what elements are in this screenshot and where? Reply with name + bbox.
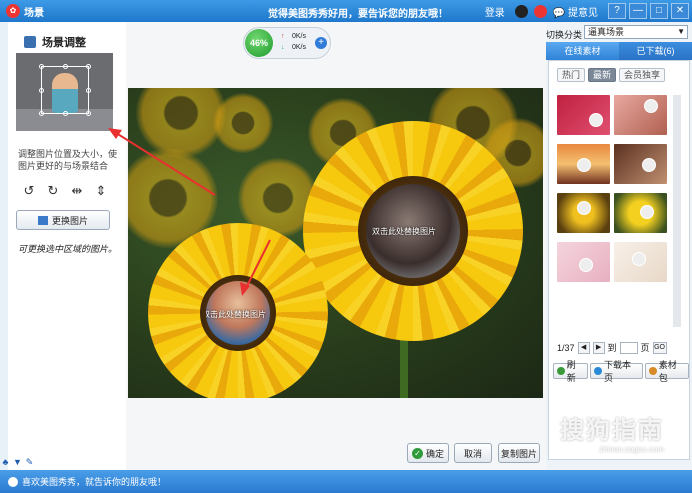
material-thumbnail[interactable] xyxy=(614,193,667,233)
goto-prefix: 到 xyxy=(607,343,617,353)
page-input[interactable] xyxy=(619,341,638,354)
background-sunflower xyxy=(213,93,273,153)
quick-tools: ♣ ▼ ✎ xyxy=(0,457,35,468)
material-thumbnail[interactable] xyxy=(557,193,610,233)
upload-arrow-icon: ↑ xyxy=(281,33,285,40)
handwritten-note: 可更换选中区域的图片。 xyxy=(18,245,118,255)
material-subtabs: 热门 最新 会员独享 xyxy=(557,68,666,82)
window-title: 场景 xyxy=(24,7,44,19)
login-link[interactable]: 登录 xyxy=(485,4,505,19)
canvas-area: 46% ↑ 0K/s ↓ 0K/s + 双击此处替换图片 双击此处替换图片 ✓ … xyxy=(126,22,546,470)
subtab-newest[interactable]: 最新 xyxy=(588,68,617,82)
resize-handle[interactable] xyxy=(86,64,91,69)
material-actions: 刷新 下载本页 素材包 xyxy=(553,360,689,383)
material-pack-button[interactable]: 素材包 xyxy=(645,360,689,383)
resize-handle[interactable] xyxy=(39,111,44,116)
qq-icon[interactable] xyxy=(514,4,528,18)
download-icon xyxy=(594,367,603,375)
scene-icon xyxy=(24,36,36,48)
download-page-button[interactable]: 下载本页 xyxy=(590,360,643,383)
accelerate-icon[interactable]: + xyxy=(315,37,327,49)
info-icon xyxy=(8,476,18,487)
chevron-down-icon: ▼ xyxy=(677,27,685,36)
small-sunflower: 双击此处替换图片 xyxy=(148,223,328,398)
material-thumbnail[interactable] xyxy=(614,144,667,184)
material-thumbnail[interactable] xyxy=(614,242,667,282)
feedback-link[interactable]: 💬 提意见 xyxy=(553,4,598,19)
rotate-left-icon[interactable]: ↺ xyxy=(21,183,37,199)
replace-image-button[interactable]: 更换图片 xyxy=(16,210,110,230)
photo-slot-large[interactable]: 双击此处替换图片 xyxy=(366,184,460,278)
ok-button[interactable]: ✓ 确定 xyxy=(407,443,449,463)
resize-handle[interactable] xyxy=(39,64,44,69)
speed-widget[interactable]: 46% ↑ 0K/s ↓ 0K/s + xyxy=(243,27,331,59)
shirt-icon[interactable]: ▼ xyxy=(12,457,23,468)
status-bar: 喜欢美图秀秀，就告诉你的朋友哦！ xyxy=(0,470,692,493)
subtab-vip[interactable]: 会员独享 xyxy=(619,68,666,82)
resize-handle[interactable] xyxy=(86,88,91,93)
scene-canvas[interactable]: 双击此处替换图片 双击此处替换图片 xyxy=(128,88,543,398)
help-button[interactable]: ? xyxy=(608,3,626,19)
flip-horizontal-icon[interactable]: ⇹ xyxy=(69,183,85,199)
pagination: 1/37 ◀ ▶ 到 页 GO xyxy=(557,341,667,354)
material-thumbnail[interactable] xyxy=(557,242,610,282)
title-bar: ✿ 场景 觉得美图秀秀好用，要告诉您的朋友哦！ 登录 💬 提意见 ? — □ ✕ xyxy=(0,0,692,22)
material-tabs: 在线素材 已下载(6) xyxy=(546,42,692,60)
material-scrollbar[interactable] xyxy=(673,95,681,327)
large-sunflower: 双击此处替换图片 xyxy=(303,121,523,341)
download-arrow-icon: ↓ xyxy=(281,44,285,51)
flip-vertical-icon[interactable]: ⇕ xyxy=(93,183,109,199)
download-speed: 0K/s xyxy=(292,44,307,51)
close-button[interactable]: ✕ xyxy=(671,3,689,19)
refresh-button[interactable]: 刷新 xyxy=(553,360,589,383)
weibo-icon[interactable] xyxy=(533,4,547,18)
tab-online-materials[interactable]: 在线素材 xyxy=(546,42,619,60)
resize-handle[interactable] xyxy=(86,111,91,116)
goto-suffix: 页 xyxy=(640,343,650,353)
package-icon xyxy=(649,367,657,375)
material-panel: 切换分类 逼真场景 ▼ 在线素材 已下载(6) 热门 最新 会员独享 1/37 … xyxy=(546,22,692,470)
status-text: 喜欢美图秀秀，就告诉你的朋友哦！ xyxy=(22,477,167,487)
reset-button[interactable]: 复制图片 xyxy=(498,443,540,463)
photo-slot-small[interactable]: 双击此处替换图片 xyxy=(206,281,270,345)
watermark: 搜狗指南 zhinan.sogou.com xyxy=(560,417,664,454)
cancel-button[interactable]: 取消 xyxy=(454,443,492,463)
resize-handle[interactable] xyxy=(63,111,68,116)
title-message: 觉得美图秀秀好用，要告诉您的朋友哦！ xyxy=(268,9,448,20)
material-thumbnail[interactable] xyxy=(614,95,667,135)
upload-speed: 0K/s xyxy=(292,33,307,40)
minimize-button[interactable]: — xyxy=(629,3,647,19)
page-info: 1/37 xyxy=(557,342,575,353)
category-select[interactable]: 逼真场景 ▼ xyxy=(584,25,688,39)
material-list: 热门 最新 会员独享 1/37 ◀ ▶ 到 页 GO 刷新 下载本页 素材包 xyxy=(548,60,690,460)
check-icon: ✓ xyxy=(411,447,423,459)
prev-page-button[interactable]: ◀ xyxy=(577,341,590,354)
go-button[interactable]: GO xyxy=(652,341,667,354)
subtab-hot[interactable]: 热门 xyxy=(557,68,586,82)
switch-category-label: 切换分类 xyxy=(546,30,583,40)
transform-tools: ↺ ↻ ⇹ ⇕ xyxy=(21,183,109,199)
thumbnail-grid xyxy=(557,95,667,327)
selection-box[interactable] xyxy=(39,64,91,116)
refresh-icon xyxy=(557,367,565,375)
scene-preview[interactable] xyxy=(16,53,113,131)
image-icon xyxy=(37,215,48,225)
next-page-button[interactable]: ▶ xyxy=(592,341,605,354)
resize-handle[interactable] xyxy=(39,88,44,93)
skin-icon[interactable]: ♣ xyxy=(0,457,11,468)
resize-handle[interactable] xyxy=(63,64,68,69)
adjust-description: 调整图片位置及大小，使图片更好的与场景结合 xyxy=(18,149,118,171)
material-thumbnail[interactable] xyxy=(557,95,610,135)
maximize-button[interactable]: □ xyxy=(650,3,668,19)
material-thumbnail[interactable] xyxy=(557,144,610,184)
rotate-right-icon[interactable]: ↻ xyxy=(45,183,61,199)
speed-percent: 46% xyxy=(245,29,273,57)
preview-photo xyxy=(52,73,78,113)
wrench-icon[interactable]: ✎ xyxy=(24,457,35,468)
tab-downloaded[interactable]: 已下载(6) xyxy=(619,42,692,60)
app-logo-icon: ✿ xyxy=(6,4,20,18)
scene-adjust-panel: 场景调整 调整图片位置及大小，使图片更好的与场景结合 ↺ ↻ ⇹ ⇕ 更换图片 … xyxy=(8,22,126,470)
scene-adjust-heading: 场景调整 xyxy=(24,34,86,50)
